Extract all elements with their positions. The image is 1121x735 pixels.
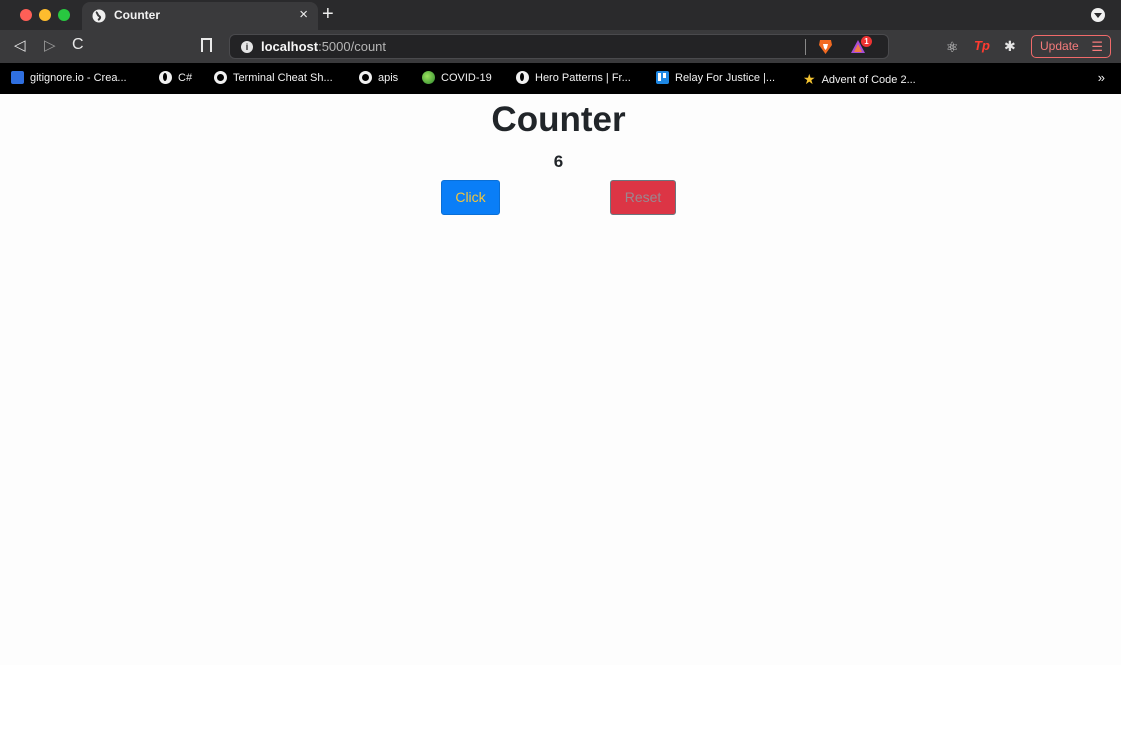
bookmark-csharp[interactable]: C#	[159, 71, 192, 84]
react-devtools-icon[interactable]: ⚛	[946, 39, 959, 56]
globe-icon	[92, 9, 106, 23]
bookmark-label: Terminal Cheat Sh...	[233, 71, 333, 84]
bookmark-relay-for-justice[interactable]: Relay For Justice |...	[656, 71, 775, 84]
forward-button[interactable]: ▷	[44, 36, 56, 54]
tab-close-icon[interactable]: ×	[299, 6, 308, 23]
new-tab-button[interactable]: +	[322, 2, 334, 26]
back-button[interactable]: ◁	[14, 36, 26, 54]
globe-icon	[159, 71, 172, 84]
gitignore-icon	[11, 71, 24, 84]
bookmark-icon[interactable]	[201, 38, 212, 52]
toolbar: ◁ ▷ C i localhost:5000/count 1 ⚛ Tp ✱ Up…	[0, 30, 1121, 63]
close-window-button[interactable]	[20, 9, 32, 21]
menu-icon: ☰	[1091, 39, 1103, 54]
page-title: Counter	[491, 100, 626, 139]
bookmark-label: apis	[378, 71, 399, 84]
star-icon: ★	[803, 71, 816, 87]
maximize-window-button[interactable]	[58, 9, 70, 21]
tab-title: Counter	[114, 8, 160, 22]
bookmark-label: Relay For Justice |...	[675, 71, 776, 84]
github-icon	[214, 71, 227, 84]
counter-value: 6	[553, 152, 564, 171]
bookmark-hero-patterns[interactable]: Hero Patterns | Fr...	[516, 71, 631, 84]
update-button[interactable]: Update ☰	[1031, 35, 1111, 58]
page-content: Counter 6 Click Reset	[0, 94, 1121, 665]
bookmark-label: Advent of Code 2...	[821, 73, 916, 86]
tp-extension-icon[interactable]: Tp	[974, 38, 990, 53]
tab-strip: Counter × +	[0, 0, 1121, 30]
click-button[interactable]: Click	[441, 180, 500, 215]
bookmark-terminal-cheat-sheet[interactable]: Terminal Cheat Sh...	[214, 71, 333, 84]
url-text: localhost:5000/count	[261, 39, 386, 54]
globe-icon	[516, 71, 529, 84]
reload-button[interactable]: C	[72, 36, 84, 54]
brave-shields-icon[interactable]	[818, 39, 833, 55]
bookmark-covid[interactable]: COVID-19	[422, 71, 492, 84]
url-divider	[805, 39, 806, 55]
bookmark-apis[interactable]: apis	[359, 71, 398, 84]
bookmark-gitignore[interactable]: gitignore.io - Crea...	[11, 71, 127, 84]
bookmark-advent-of-code[interactable]: ★ Advent of Code 2...	[803, 71, 916, 88]
blank-area	[0, 665, 1121, 735]
address-bar[interactable]: i localhost:5000/count 1	[229, 34, 889, 59]
covid-icon	[422, 71, 435, 84]
tab-search-icon[interactable]	[1091, 8, 1105, 22]
bookmark-label: COVID-19	[441, 71, 492, 84]
trello-icon	[656, 71, 669, 84]
bookmark-label: C#	[178, 71, 193, 84]
url-host: localhost	[261, 39, 319, 54]
url-path: :5000/count	[318, 39, 387, 54]
minimize-window-button[interactable]	[39, 9, 51, 21]
bookmarks-bar: gitignore.io - Crea... C# Terminal Cheat…	[0, 63, 1121, 94]
bookmark-label: gitignore.io - Crea...	[30, 71, 127, 84]
rewards-badge: 1	[861, 36, 872, 47]
tab-counter[interactable]: Counter ×	[82, 2, 318, 30]
bookmark-label: Hero Patterns | Fr...	[535, 71, 631, 84]
browser-window: Counter × + ◁ ▷ C i localhost:5000/count…	[0, 0, 1121, 665]
update-label: Update	[1040, 39, 1079, 53]
reset-button[interactable]: Reset	[610, 180, 676, 215]
bookmarks-overflow-button[interactable]: »	[1098, 70, 1105, 85]
site-info-icon[interactable]: i	[241, 41, 253, 53]
github-icon	[359, 71, 372, 84]
extensions-puzzle-icon[interactable]: ✱	[1004, 38, 1016, 55]
